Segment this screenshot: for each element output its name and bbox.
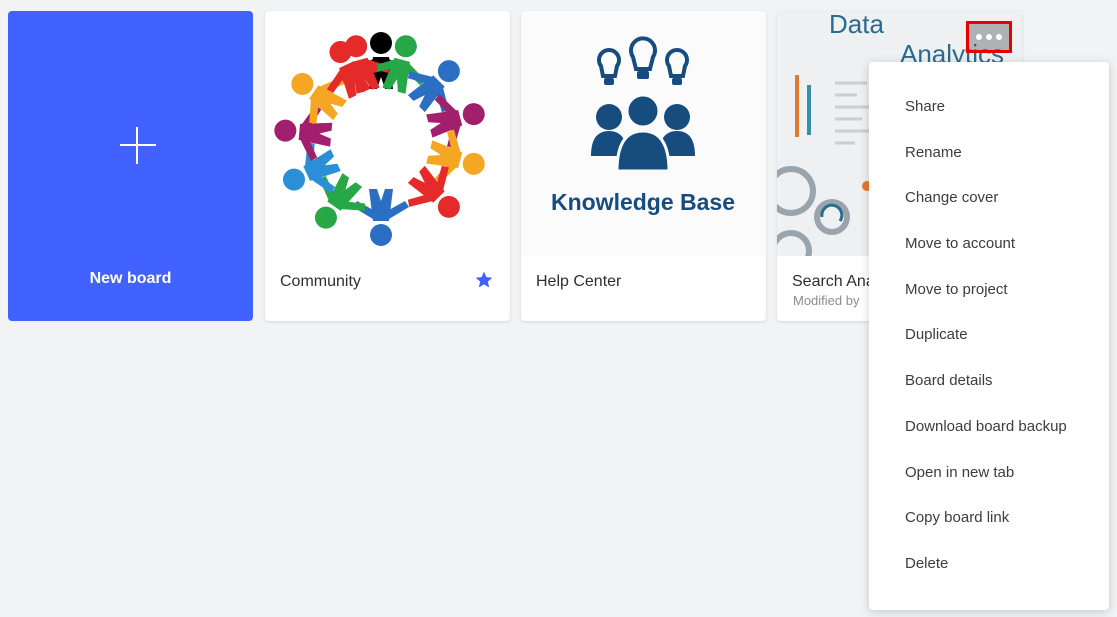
menu-item-duplicate[interactable]: Duplicate	[869, 312, 1109, 358]
plus-icon	[112, 117, 164, 169]
board-card-help-center[interactable]: Knowledge Base Help Center	[521, 11, 766, 321]
menu-item-rename[interactable]: Rename	[869, 130, 1109, 176]
menu-item-change-cover[interactable]: Change cover	[869, 175, 1109, 221]
menu-item-move-to-project[interactable]: Move to project	[869, 267, 1109, 313]
menu-item-copy-link[interactable]: Copy board link	[869, 495, 1109, 541]
board-modified-meta: Modified by	[793, 293, 860, 308]
star-icon[interactable]	[474, 270, 494, 290]
community-thumbnail	[271, 28, 492, 246]
knowledge-base-thumbnail: Knowledge Base	[521, 11, 766, 256]
new-board-label: New board	[89, 270, 172, 287]
more-dot-icon	[986, 34, 992, 40]
board-card-community[interactable]: Community	[265, 11, 510, 321]
more-dot-icon	[976, 34, 982, 40]
more-options-button[interactable]	[966, 21, 1012, 53]
board-title: Search Ana	[792, 273, 875, 290]
more-dot-icon	[996, 34, 1002, 40]
board-title: Community	[280, 273, 361, 290]
menu-item-board-details[interactable]: Board details	[869, 358, 1109, 404]
menu-item-download-backup[interactable]: Download board backup	[869, 404, 1109, 450]
menu-item-delete[interactable]: Delete	[869, 541, 1109, 587]
data-analytics-thumbnail-text: Data	[829, 11, 884, 39]
new-board-card[interactable]: New board	[8, 11, 253, 321]
menu-item-open-new-tab[interactable]: Open in new tab	[869, 450, 1109, 496]
board-title: Help Center	[536, 273, 622, 290]
menu-item-move-to-account[interactable]: Move to account	[869, 221, 1109, 267]
board-context-menu: Share Rename Change cover Move to accoun…	[869, 62, 1109, 610]
knowledge-base-thumbnail-text: Knowledge Base	[551, 189, 735, 215]
menu-item-share[interactable]: Share	[869, 84, 1109, 130]
